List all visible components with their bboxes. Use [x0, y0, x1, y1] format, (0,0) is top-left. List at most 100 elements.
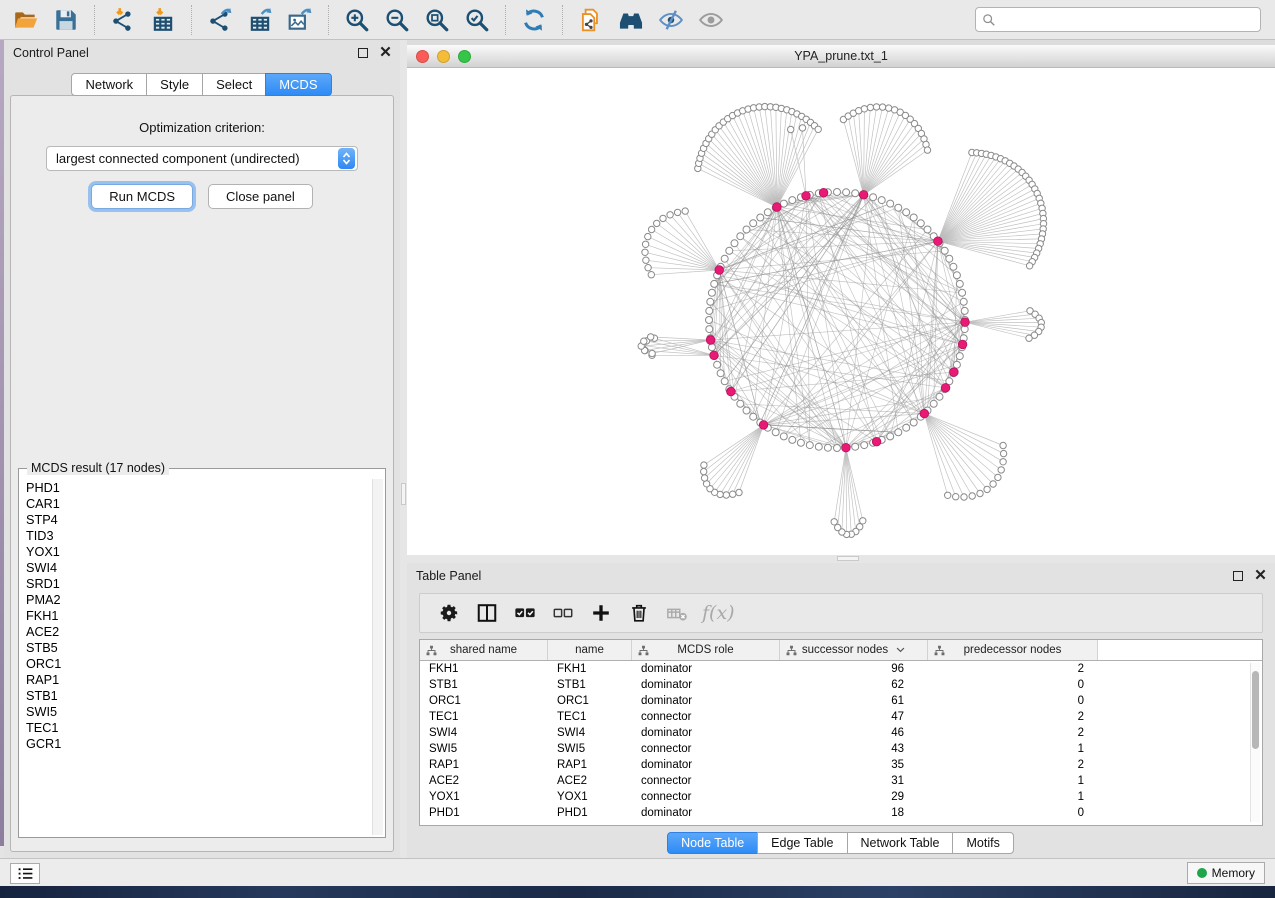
network-node[interactable] — [701, 462, 707, 468]
table-row[interactable]: YOX1YOX1connector291 — [420, 789, 1262, 805]
cell-MCDS-role[interactable]: connector — [632, 789, 780, 805]
network-node[interactable] — [956, 280, 963, 287]
network-node[interactable] — [708, 289, 715, 296]
table-row[interactable]: PHD1PHD1dominator180 — [420, 805, 1262, 821]
network-node[interactable] — [903, 424, 910, 431]
network-node[interactable] — [969, 493, 975, 499]
mcds-result-node[interactable]: GCR1 — [23, 736, 369, 752]
network-view-canvas[interactable] — [407, 68, 1275, 555]
network-node[interactable] — [887, 200, 894, 207]
mcds-hub-node[interactable] — [961, 318, 970, 327]
cell-MCDS-role[interactable]: dominator — [632, 661, 780, 677]
mcds-result-node[interactable]: PMA2 — [23, 592, 369, 608]
cell-name[interactable]: ACE2 — [548, 773, 632, 789]
network-node[interactable] — [910, 214, 917, 221]
network-node[interactable] — [995, 474, 1001, 480]
cell-successor-nodes[interactable]: 62 — [780, 677, 928, 693]
mcds-result-node[interactable]: ORC1 — [23, 656, 369, 672]
network-node[interactable] — [960, 298, 967, 305]
network-node[interactable] — [648, 226, 654, 232]
search-input[interactable] — [996, 10, 1260, 30]
cell-MCDS-role[interactable]: connector — [632, 773, 780, 789]
mcds-result-scrollbar[interactable] — [372, 479, 383, 835]
mcds-hub-node[interactable] — [920, 409, 929, 418]
network-node[interactable] — [764, 209, 771, 216]
network-node[interactable] — [750, 220, 757, 227]
network-node[interactable] — [1026, 335, 1032, 341]
network-node[interactable] — [953, 272, 960, 279]
network-node[interactable] — [824, 444, 831, 451]
cell-predecessor-nodes[interactable]: 0 — [928, 693, 1098, 709]
task-history-button[interactable] — [10, 863, 40, 884]
mcds-hub-node[interactable] — [872, 437, 881, 446]
table-scrollbar-thumb[interactable] — [1252, 671, 1259, 749]
open-file-button[interactable] — [6, 3, 46, 37]
network-node[interactable] — [834, 189, 841, 196]
network-node[interactable] — [797, 439, 804, 446]
import-table-button[interactable] — [143, 3, 183, 37]
cell-name[interactable]: FKH1 — [548, 661, 632, 677]
zoom-in-button[interactable] — [337, 3, 377, 37]
vertical-split-divider[interactable] — [400, 40, 407, 858]
cell-shared-name[interactable]: STB1 — [420, 677, 548, 693]
network-node[interactable] — [860, 518, 866, 524]
memory-button[interactable]: Memory — [1187, 862, 1265, 884]
network-node[interactable] — [910, 419, 917, 426]
tab-motifs[interactable]: Motifs — [952, 832, 1013, 854]
column-header-name[interactable]: name — [548, 640, 632, 660]
network-node[interactable] — [721, 255, 728, 262]
tab-style[interactable]: Style — [146, 73, 203, 96]
network-node[interactable] — [737, 400, 744, 407]
network-node[interactable] — [711, 280, 718, 287]
cell-predecessor-nodes[interactable]: 2 — [928, 661, 1098, 677]
network-node[interactable] — [956, 353, 963, 360]
cell-shared-name[interactable]: RAP1 — [420, 757, 548, 773]
network-node[interactable] — [726, 247, 733, 254]
network-node[interactable] — [731, 240, 738, 247]
network-node[interactable] — [645, 265, 651, 271]
network-node[interactable] — [648, 334, 654, 340]
mcds-hub-node[interactable] — [773, 203, 782, 212]
mcds-hub-node[interactable] — [934, 237, 943, 246]
network-node[interactable] — [895, 429, 902, 436]
network-node[interactable] — [757, 214, 764, 221]
close-panel-button[interactable]: Close panel — [208, 184, 313, 209]
network-node[interactable] — [643, 257, 649, 263]
network-node[interactable] — [706, 317, 713, 324]
settings-gear-button[interactable] — [430, 596, 468, 630]
cell-predecessor-nodes[interactable]: 2 — [928, 725, 1098, 741]
close-panel-icon[interactable] — [1255, 569, 1266, 583]
horizontal-split-divider[interactable] — [407, 555, 1275, 563]
mcds-result-node[interactable]: STB5 — [23, 640, 369, 656]
cell-successor-nodes[interactable]: 96 — [780, 661, 928, 677]
network-node[interactable] — [736, 489, 742, 495]
network-node[interactable] — [961, 307, 968, 314]
table-row[interactable]: TEC1TEC1connector472 — [420, 709, 1262, 725]
network-node[interactable] — [941, 247, 948, 254]
network-node[interactable] — [959, 289, 966, 296]
tab-network-table[interactable]: Network Table — [847, 832, 954, 854]
network-node[interactable] — [649, 350, 655, 356]
network-node[interactable] — [815, 126, 821, 132]
network-node[interactable] — [789, 197, 796, 204]
network-node[interactable] — [977, 490, 983, 496]
deselect-all-button[interactable] — [544, 596, 582, 630]
cell-name[interactable]: TEC1 — [548, 709, 632, 725]
network-node[interactable] — [887, 433, 894, 440]
cell-name[interactable]: SWI5 — [548, 741, 632, 757]
cell-name[interactable]: PHD1 — [548, 805, 632, 821]
network-node[interactable] — [645, 233, 651, 239]
binoculars-button[interactable] — [611, 3, 651, 37]
mcds-result-node[interactable]: STB1 — [23, 688, 369, 704]
mcds-hub-node[interactable] — [759, 421, 768, 430]
cell-MCDS-role[interactable]: dominator — [632, 693, 780, 709]
cell-successor-nodes[interactable]: 43 — [780, 741, 928, 757]
network-node[interactable] — [984, 486, 990, 492]
mcds-hub-node[interactable] — [727, 387, 736, 396]
cell-shared-name[interactable]: FKH1 — [420, 661, 548, 677]
mcds-hub-node[interactable] — [819, 188, 828, 197]
cell-predecessor-nodes[interactable]: 1 — [928, 741, 1098, 757]
zoom-selected-button[interactable] — [457, 3, 497, 37]
tab-edge-table[interactable]: Edge Table — [757, 832, 847, 854]
mcds-hub-node[interactable] — [715, 266, 724, 275]
